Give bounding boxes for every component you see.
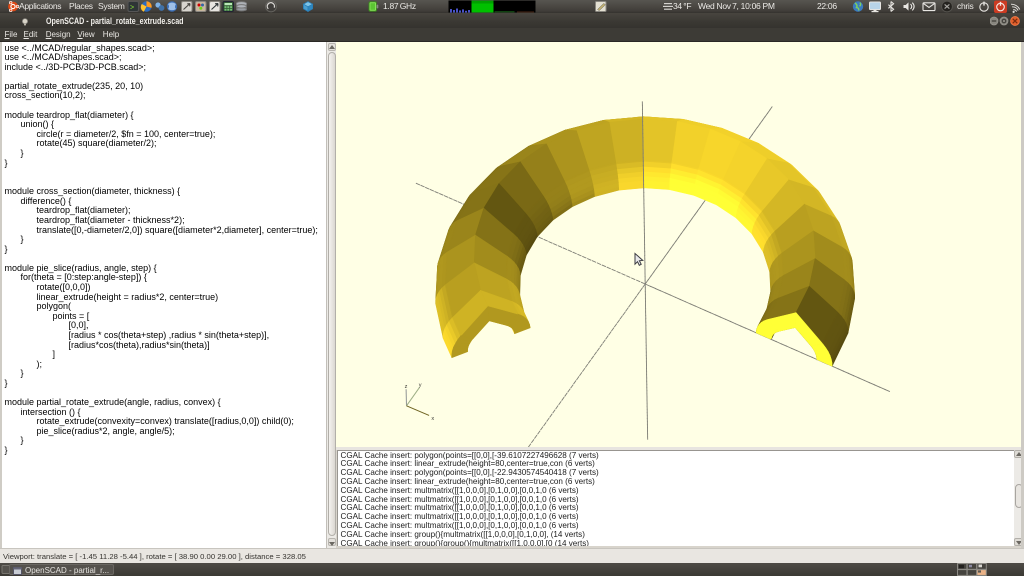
svg-text:x: x [431, 416, 434, 422]
svg-text:y: y [419, 382, 422, 388]
svg-text:>: > [130, 5, 134, 13]
svg-text:z: z [405, 384, 408, 390]
